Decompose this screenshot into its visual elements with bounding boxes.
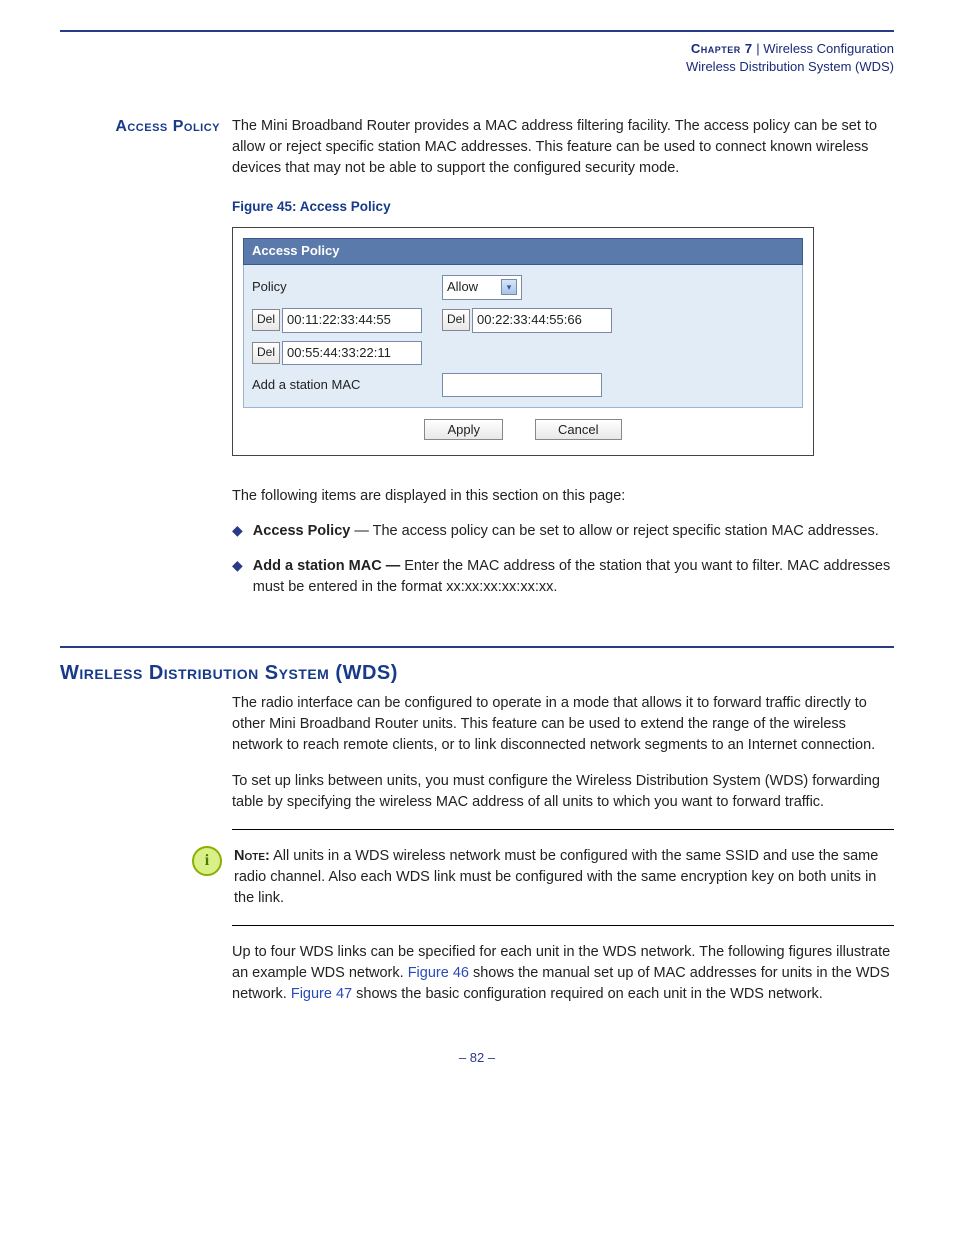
access-policy-intro: The Mini Broadband Router provides a MAC…: [232, 116, 894, 179]
wds-paragraph-2: To set up links between units, you must …: [232, 771, 894, 813]
items-intro: The following items are displayed in thi…: [232, 486, 894, 507]
figure-46-link[interactable]: Figure 46: [408, 965, 469, 981]
add-mac-input[interactable]: [442, 373, 602, 397]
info-icon: i: [192, 846, 222, 876]
panel-title: Access Policy: [243, 238, 803, 265]
add-mac-label: Add a station MAC: [252, 376, 442, 395]
wds-paragraph-3: Up to four WDS links can be specified fo…: [232, 942, 894, 1005]
chapter-title: Wireless Configuration: [763, 41, 894, 56]
section-side-label: Access Policy: [60, 116, 232, 136]
delete-button[interactable]: Del: [252, 342, 280, 363]
bullet-icon: ◆: [232, 521, 243, 542]
apply-button[interactable]: Apply: [424, 419, 503, 440]
cancel-button[interactable]: Cancel: [535, 419, 621, 440]
page-header: Chapter 7 | Wireless Configuration Wirel…: [60, 40, 894, 76]
note-text: Note: All units in a WDS wireless networ…: [234, 846, 894, 909]
chapter-label: Chapter 7: [691, 41, 753, 56]
mac-entry[interactable]: 00:55:44:33:22:11: [282, 341, 422, 366]
access-policy-screenshot: Access Policy Policy Allow ▾ De: [232, 227, 814, 456]
page-number: – 82 –: [60, 1050, 894, 1065]
delete-button[interactable]: Del: [252, 309, 280, 330]
mac-entry[interactable]: 00:22:33:44:55:66: [472, 308, 612, 333]
figure-47-link[interactable]: Figure 47: [291, 986, 352, 1002]
bullet-item: Add a station MAC — Enter the MAC addres…: [253, 556, 894, 598]
delete-button[interactable]: Del: [442, 309, 470, 330]
chevron-down-icon: ▾: [501, 279, 517, 295]
bullet-icon: ◆: [232, 556, 243, 598]
bullet-item: Access Policy — The access policy can be…: [253, 521, 894, 542]
policy-label: Policy: [252, 278, 442, 297]
chapter-subtitle: Wireless Distribution System (WDS): [686, 59, 894, 74]
wds-title: Wireless Distribution System (WDS): [60, 662, 894, 685]
mac-entry[interactable]: 00:11:22:33:44:55: [282, 308, 422, 333]
figure-caption: Figure 45: Access Policy: [232, 197, 894, 217]
wds-paragraph-1: The radio interface can be configured to…: [232, 693, 894, 756]
policy-select[interactable]: Allow ▾: [442, 275, 522, 300]
